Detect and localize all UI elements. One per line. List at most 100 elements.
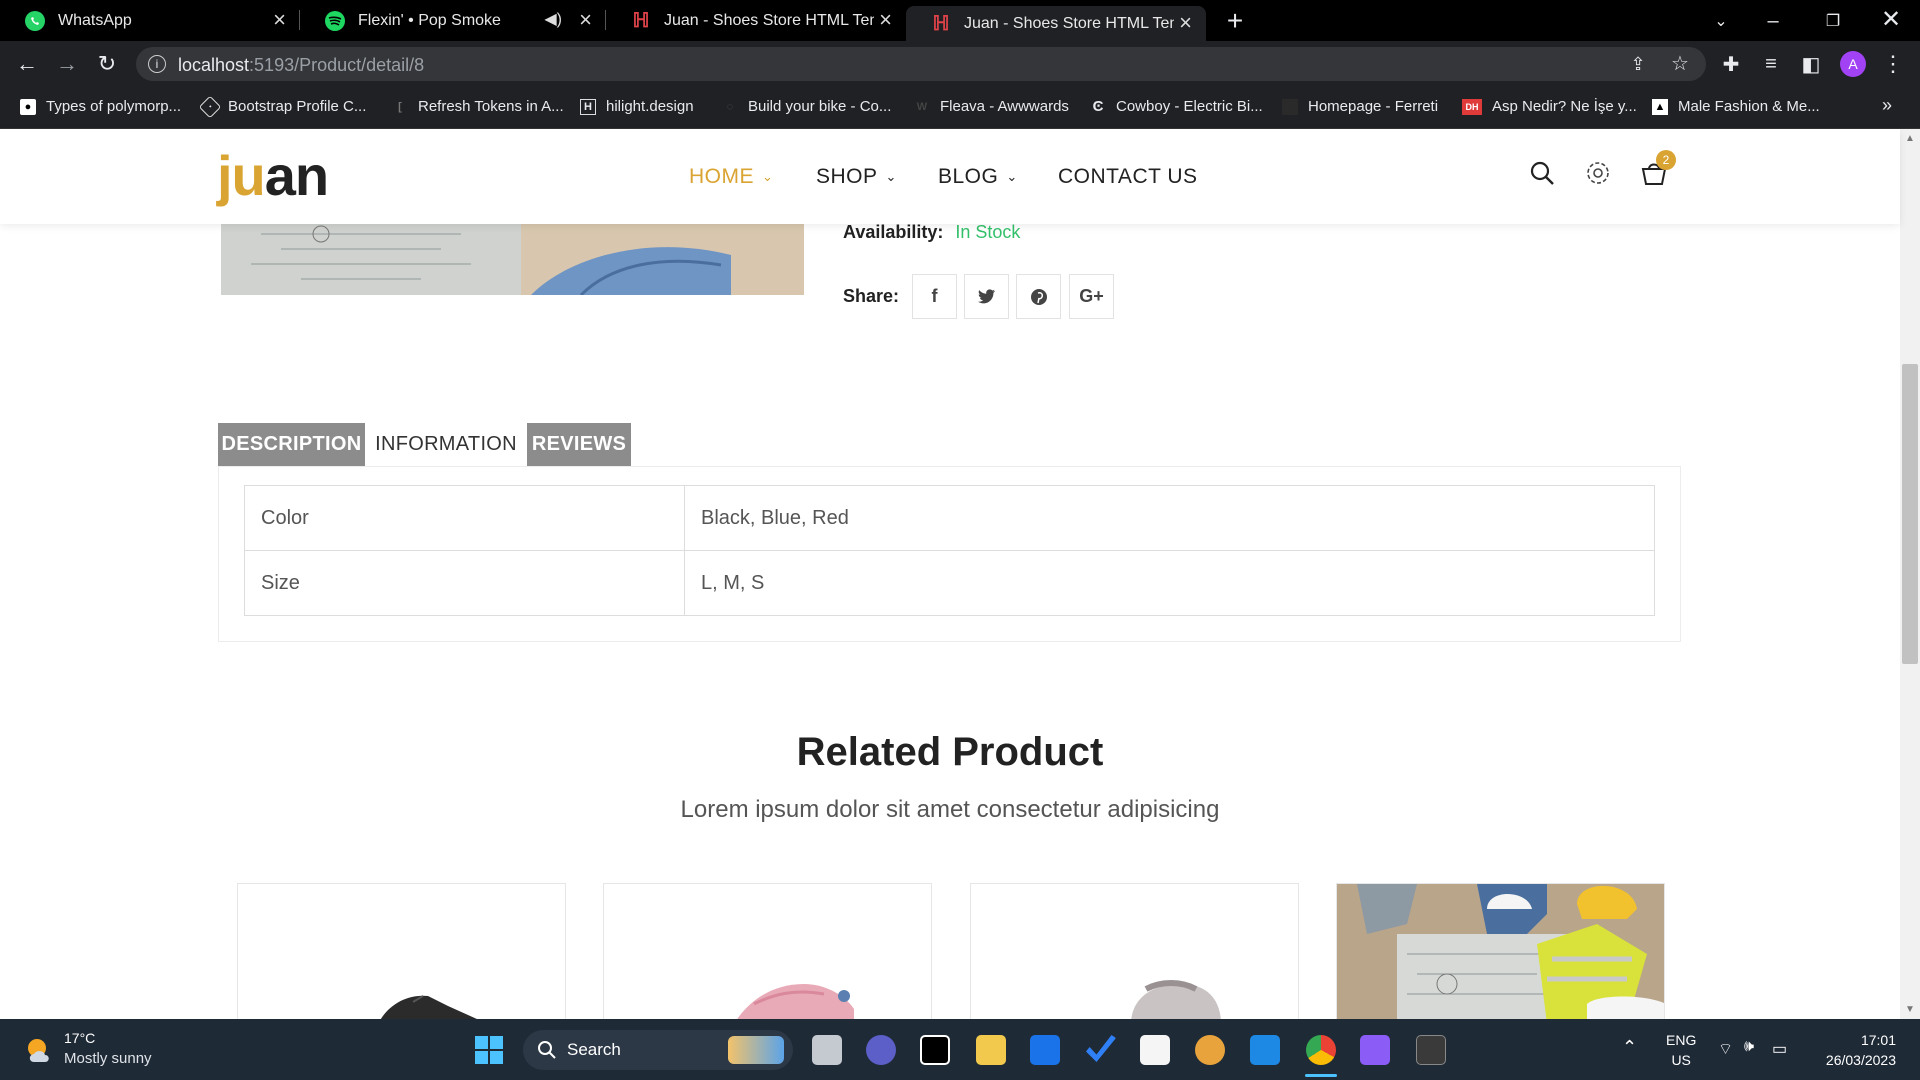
weather-sunny-icon[interactable] — [24, 1035, 56, 1065]
wifi-icon[interactable]: ⌔ — [1718, 1039, 1733, 1059]
new-tab-icon[interactable]: + — [1220, 5, 1250, 36]
speaker-icon[interactable]: ◀) — [544, 9, 562, 29]
mail-icon[interactable] — [1030, 1035, 1060, 1065]
bookmark-item[interactable]: ● Types of polymorp... — [20, 98, 181, 115]
nav-contact-us[interactable]: CONTACT US — [1058, 165, 1198, 189]
browser-tab-strip: WhatsApp × Flexin' • Pop Smoke ◀) × ℍ Ju… — [0, 0, 1920, 41]
restore-icon[interactable]: ❐ — [1818, 6, 1848, 36]
close-icon[interactable]: × — [273, 8, 286, 32]
vscode-icon[interactable] — [1250, 1035, 1280, 1065]
terminal-icon[interactable] — [1416, 1035, 1446, 1065]
scrollbar-thumb[interactable] — [1902, 364, 1918, 664]
profile-avatar[interactable]: A — [1840, 51, 1866, 77]
scroll-up-icon[interactable]: ▲ — [1905, 133, 1915, 144]
bookmark-label: Cowboy - Electric Bi... — [1116, 98, 1263, 115]
nav-shop[interactable]: SHOP ⌄ — [816, 165, 897, 189]
nav-label: SHOP — [816, 165, 878, 188]
tab-spotify[interactable]: Flexin' • Pop Smoke ◀) × — [300, 0, 606, 41]
bookmark-item[interactable]: Ͼ Cowboy - Electric Bi... — [1090, 98, 1263, 115]
close-icon[interactable]: × — [579, 8, 592, 32]
chevron-down-icon[interactable]: ⌄ — [1706, 6, 1736, 36]
weather-temperature[interactable]: 17°C — [64, 1030, 95, 1046]
menu-kebab-icon[interactable]: ⋮ — [1878, 49, 1908, 79]
search-icon — [538, 1041, 556, 1059]
juan-favicon-icon: ℍ — [932, 13, 950, 35]
volume-icon[interactable]: 🕪 — [1744, 1038, 1754, 1056]
product-card[interactable] — [970, 883, 1299, 1023]
intellij-icon[interactable] — [920, 1035, 950, 1065]
close-icon[interactable]: × — [879, 8, 892, 32]
minimize-icon[interactable]: – — [1758, 6, 1788, 36]
teams-chat-icon[interactable] — [866, 1035, 896, 1065]
bookmark-item[interactable]: DH Asp Nedir? Ne İşe y... — [1462, 98, 1637, 115]
bookmarks-overflow-button[interactable]: » — [1882, 95, 1892, 116]
reload-icon[interactable]: ↻ — [92, 49, 122, 79]
twitter-share-button[interactable] — [964, 274, 1009, 319]
media-control-icon[interactable]: ≡ — [1756, 49, 1786, 79]
info-icon[interactable]: i — [148, 55, 166, 73]
forward-icon[interactable]: → — [52, 49, 82, 79]
search-label: Search — [567, 1040, 621, 1059]
bookmark-item[interactable]: Homepage - Ferreti — [1282, 98, 1438, 115]
tab-juan-active[interactable]: ℍ Juan - Shoes Store HTML Templa × — [906, 6, 1206, 41]
extensions-icon[interactable]: ✚ — [1716, 49, 1746, 79]
bookmark-item[interactable]: [Refresh Tokens in A... — [392, 98, 563, 115]
search-icon[interactable] — [1528, 159, 1556, 187]
product-thumbnail — [1337, 884, 1664, 1022]
windows-taskbar: 17°C Mostly sunny Search ⌃ ENG US ⌔ 🕪 ▭ 1… — [0, 1019, 1920, 1080]
app-icon[interactable] — [1195, 1035, 1225, 1065]
product-card[interactable] — [237, 883, 566, 1023]
url-bar[interactable]: i localhost:5193/Product/detail/8 ⇪ ☆ — [136, 47, 1706, 81]
tab-reviews[interactable]: REVIEWS — [527, 423, 631, 466]
file-explorer-icon[interactable] — [976, 1035, 1006, 1065]
bookmark-item[interactable]: ◌ Build your bike - Co... — [722, 98, 892, 115]
product-card[interactable] — [1336, 883, 1665, 1023]
availability-value: In Stock — [955, 222, 1021, 242]
tab-information[interactable]: INFORMATION — [366, 423, 526, 466]
task-view-icon[interactable] — [812, 1035, 842, 1065]
chevron-down-icon: ⌄ — [762, 169, 774, 184]
close-icon[interactable]: × — [1179, 11, 1192, 35]
site-logo[interactable]: juan — [217, 143, 329, 208]
tab-whatsapp[interactable]: WhatsApp × — [0, 0, 300, 41]
product-photo-graphic — [221, 224, 804, 295]
battery-icon[interactable]: ▭ — [1772, 1039, 1787, 1059]
clock[interactable]: 17:01 26/03/2023 — [1812, 1030, 1896, 1070]
bookmark-item[interactable]: ▲ Male Fashion & Me... — [1652, 98, 1820, 115]
globe-icon: ◌ — [726, 100, 734, 113]
product-card[interactable] — [603, 883, 932, 1023]
info-key: Color — [244, 485, 685, 551]
pinterest-share-button[interactable] — [1016, 274, 1061, 319]
scroll-down-icon[interactable]: ▼ — [1905, 1004, 1915, 1015]
nav-blog[interactable]: BLOG ⌄ — [938, 165, 1018, 189]
bookmark-label: Bootstrap Profile C... — [228, 98, 367, 115]
language-indicator[interactable]: ENG US — [1666, 1030, 1696, 1070]
twitter-icon — [977, 288, 995, 303]
todo-icon[interactable] — [1086, 1035, 1116, 1062]
window-close-icon[interactable]: ✕ — [1876, 4, 1906, 34]
windows-start-icon[interactable] — [474, 1035, 504, 1065]
googleplus-share-button[interactable]: G+ — [1069, 274, 1114, 319]
chrome-icon[interactable] — [1306, 1035, 1336, 1065]
visual-studio-icon[interactable] — [1360, 1035, 1390, 1065]
facebook-share-button[interactable]: f — [912, 274, 957, 319]
back-icon[interactable]: ← — [12, 49, 42, 79]
microsoft-store-icon[interactable] — [1140, 1035, 1170, 1065]
tab-title: Juan - Shoes Store HTML Templa — [964, 14, 1174, 32]
weather-description[interactable]: Mostly sunny — [64, 1050, 152, 1067]
tab-juan-1[interactable]: ℍ Juan - Shoes Store HTML Templa × — [606, 0, 906, 41]
bookmark-item[interactable]: W Fleava - Awwwards — [914, 98, 1069, 115]
bookmark-item[interactable]: Hhilight.design — [580, 98, 694, 115]
bookmark-item[interactable]: · Bootstrap Profile C... — [198, 95, 367, 118]
tab-description[interactable]: DESCRIPTION — [218, 423, 365, 466]
chevron-up-icon[interactable]: ⌃ — [1622, 1037, 1637, 1058]
table-row: Color Black, Blue, Red — [244, 485, 1655, 551]
bookmark-star-icon[interactable]: ☆ — [1668, 51, 1692, 75]
gear-icon[interactable] — [1584, 159, 1612, 187]
side-panel-icon[interactable]: ◧ — [1796, 49, 1826, 79]
nav-home[interactable]: HOME ⌄ — [689, 165, 773, 189]
clock-date: 26/03/2023 — [1825, 1052, 1896, 1068]
taskbar-search[interactable]: Search — [523, 1030, 793, 1070]
url-host: localhost — [178, 55, 250, 75]
share-page-icon[interactable]: ⇪ — [1626, 52, 1650, 76]
